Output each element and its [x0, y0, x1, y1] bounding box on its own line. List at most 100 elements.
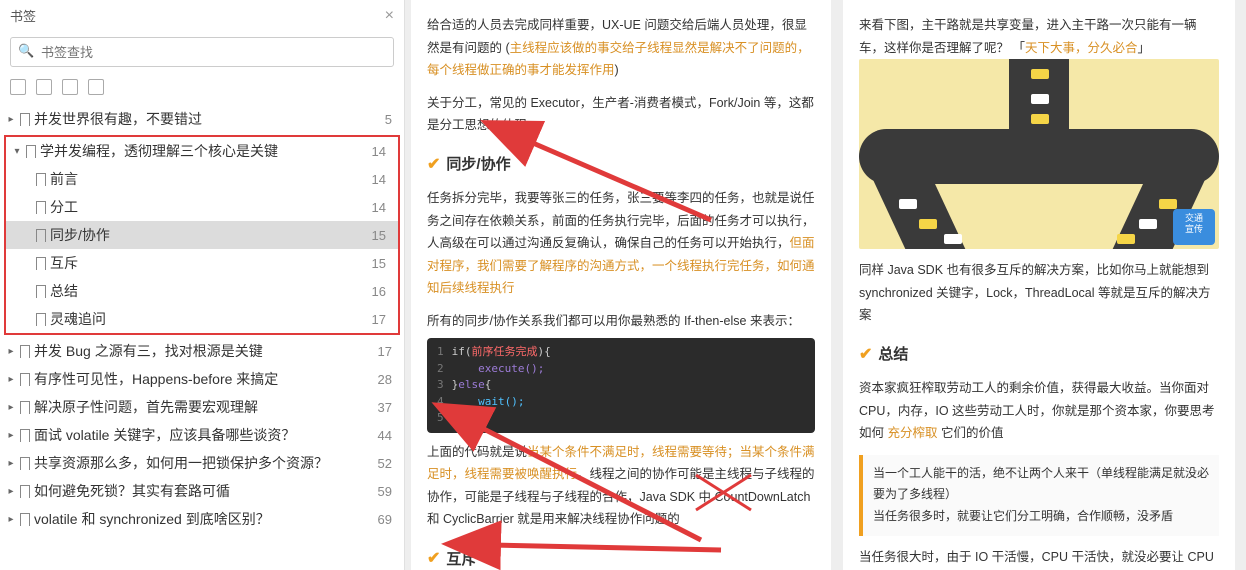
caret-icon[interactable]: ▸ [6, 402, 16, 413]
outline-label: 并发世界很有趣，不要错过 [34, 109, 202, 129]
bookmark-tool-icon[interactable] [62, 79, 78, 95]
paragraph: 来看下图，主干路就是共享变量，进入主干路一次只能有一辆车，这样你是否理解了呢？ … [859, 14, 1219, 59]
outline-label: 互斥 [50, 253, 78, 273]
bookmark-icon [18, 456, 30, 470]
caret-icon[interactable]: ▸ [6, 486, 16, 497]
watermark-badge: 交通宣传 [1173, 209, 1215, 245]
page-number: 16 [372, 284, 386, 299]
search-icon: 🔍 [18, 43, 34, 59]
outline-label: 有序性可见性，Happens-before 来搞定 [34, 369, 278, 389]
bookmark-icon [34, 312, 46, 326]
link-text[interactable]: 充分榨取 [887, 426, 937, 440]
caret-icon[interactable]: ▾ [12, 146, 22, 157]
outline-tree: ▸ 并发世界很有趣，不要错过 5 ▾ 学并发编程，透彻理解三个核心是关键 14 前言… [0, 101, 404, 570]
bookmark-icon [24, 144, 36, 158]
paragraph: 关于分工，常见的 Executor，生产者-消费者模式，Fork/Join 等，… [427, 92, 815, 137]
outline-item[interactable]: 前言 14 [6, 165, 398, 193]
section-heading-sync: ✔同步/协作 [427, 151, 815, 180]
bookmark-icon [18, 484, 30, 498]
bookmark-icon [18, 344, 30, 358]
outline-item[interactable]: ▸ 如何避免死锁？其实有套路可循 59 [0, 477, 404, 505]
outline-label: volatile 和 synchronized 到底啥区别？ [34, 509, 270, 529]
sidebar-header: 书签 × [0, 0, 404, 31]
outline-item[interactable]: 灵魂追问 17 [6, 305, 398, 333]
outline-item[interactable]: 总结 16 [6, 277, 398, 305]
document-viewer[interactable]: 给合适的人员去完成同样重要，UX-UE 问题交给后端人员处理，很显然是有问题的 … [405, 0, 1246, 570]
outline-label: 面试 volatile 关键字，应该具备哪些谈资？ [34, 425, 295, 445]
close-icon[interactable]: × [385, 7, 394, 25]
bookmark-sidebar: 书签 × 🔍 ▸ 并发世界很有趣，不要错过 5 ▾ 学并发编程，透彻理解三个核心是关… [0, 0, 405, 570]
expand-all-icon[interactable] [10, 79, 26, 95]
page-number: 17 [372, 312, 386, 327]
check-icon: ✔ [859, 341, 872, 370]
page-number: 14 [372, 200, 386, 215]
bookmark-icon [18, 400, 30, 414]
section-heading-summary: ✔总结 [859, 341, 1219, 370]
bookmark-icon [34, 228, 46, 242]
check-icon: ✔ [427, 545, 440, 570]
outline-label: 前言 [50, 169, 78, 189]
page-number: 52 [378, 456, 392, 471]
outline-label: 灵魂追问 [50, 309, 106, 329]
page-number: 15 [372, 256, 386, 271]
paragraph: 同样 Java SDK 也有很多互斥的解决方案，比如你马上就能想到 synchr… [859, 259, 1219, 327]
caret-icon[interactable]: ▸ [6, 114, 16, 125]
outline-label: 学并发编程，透彻理解三个核心是关键 [40, 141, 278, 161]
page-number: 5 [385, 112, 392, 127]
page-number: 14 [372, 144, 386, 159]
link-text[interactable]: 天下大事，分久必合 [1025, 41, 1138, 55]
outline-item[interactable]: ▸ 面试 volatile 关键字，应该具备哪些谈资？ 44 [0, 421, 404, 449]
caret-icon[interactable]: ▸ [6, 374, 16, 385]
section-heading-mutex: ✔互斥 [427, 545, 815, 570]
page-number: 28 [378, 372, 392, 387]
paragraph: 资本家疯狂榨取劳动工人的剩余价值，获得最大收益。当你面对 CPU，内存，IO 这… [859, 377, 1219, 445]
sidebar-tools [0, 73, 404, 101]
page-right: 来看下图，主干路就是共享变量，进入主干路一次只能有一辆车，这样你是否理解了呢？ … [843, 0, 1235, 570]
outline-item[interactable]: ▾ 学并发编程，透彻理解三个核心是关键 14 [6, 137, 398, 165]
page-number: 15 [372, 228, 386, 243]
outline-item[interactable]: ▸并发 Bug 之源有三，找对根源是关键 17 [0, 337, 404, 365]
page-number: 59 [378, 484, 392, 499]
caret-icon[interactable]: ▸ [6, 346, 16, 357]
caret-icon[interactable]: ▸ [6, 514, 16, 525]
page-number: 37 [378, 400, 392, 415]
outline-item[interactable]: ▸ 共享资源那么多，如何用一把锁保护多个资源？ 52 [0, 449, 404, 477]
search-input[interactable] [10, 37, 394, 67]
outline-label: 如何避免死锁？其实有套路可循 [34, 481, 230, 501]
paragraph: 上面的代码就是说当某个条件不满足时，线程需要等待；当某个条件满足时，线程需要被唤… [427, 441, 815, 531]
page-number: 14 [372, 172, 386, 187]
outline-item-selected[interactable]: 同步/协作 15 [6, 221, 398, 249]
outline-item[interactable]: 互斥 15 [6, 249, 398, 277]
outline-item[interactable]: ▸ 有序性可见性，Happens-before 来搞定 28 [0, 365, 404, 393]
caret-icon[interactable]: ▸ [6, 458, 16, 469]
check-icon: ✔ [427, 151, 440, 180]
outline-label: 解决原子性问题，首先需要宏观理解 [34, 397, 258, 417]
paragraph: 给合适的人员去完成同样重要，UX-UE 问题交给后端人员处理，很显然是有问题的 … [427, 14, 815, 82]
outline-item[interactable]: ▸ 解决原子性问题，首先需要宏观理解 37 [0, 393, 404, 421]
highlighted-group: ▾ 学并发编程，透彻理解三个核心是关键 14 前言 14 分工 14 同步/协作 … [4, 135, 400, 335]
bookmark-icon [34, 172, 46, 186]
outline-item[interactable]: 分工 14 [6, 193, 398, 221]
bookmark-tool2-icon[interactable] [88, 79, 104, 95]
outline-label: 同步/协作 [50, 225, 110, 245]
page-left: 给合适的人员去完成同样重要，UX-UE 问题交给后端人员处理，很显然是有问题的 … [411, 0, 831, 570]
bookmark-icon [34, 256, 46, 270]
bookmark-icon [18, 112, 30, 126]
bookmark-icon [34, 284, 46, 298]
outline-label: 并发 Bug 之源有三，找对根源是关键 [34, 341, 263, 361]
bookmark-icon [18, 372, 30, 386]
bookmark-icon [18, 512, 30, 526]
outline-item[interactable]: ▸ 并发世界很有趣，不要错过 5 [0, 105, 404, 133]
paragraph: 当任务很大时，由于 IO 干活慢，CPU 干活快，就没必要让 CPU 死等当前的… [859, 546, 1219, 570]
collapse-all-icon[interactable] [36, 79, 52, 95]
page-number: 69 [378, 512, 392, 527]
bookmark-icon [18, 428, 30, 442]
outline-label: 总结 [50, 281, 78, 301]
caret-icon[interactable]: ▸ [6, 430, 16, 441]
outline-label: 分工 [50, 197, 78, 217]
paragraph: 所有的同步/协作关系我们都可以用你最熟悉的 If-then-else 来表示： [427, 310, 815, 333]
paragraph: 任务拆分完毕，我要等张三的任务，张三要等李四的任务，也就是说任务之间存在依赖关系… [427, 187, 815, 300]
outline-item[interactable]: ▸ volatile 和 synchronized 到底啥区别？ 69 [0, 505, 404, 533]
outline-label: 共享资源那么多，如何用一把锁保护多个资源？ [34, 453, 328, 473]
page-number: 44 [378, 428, 392, 443]
